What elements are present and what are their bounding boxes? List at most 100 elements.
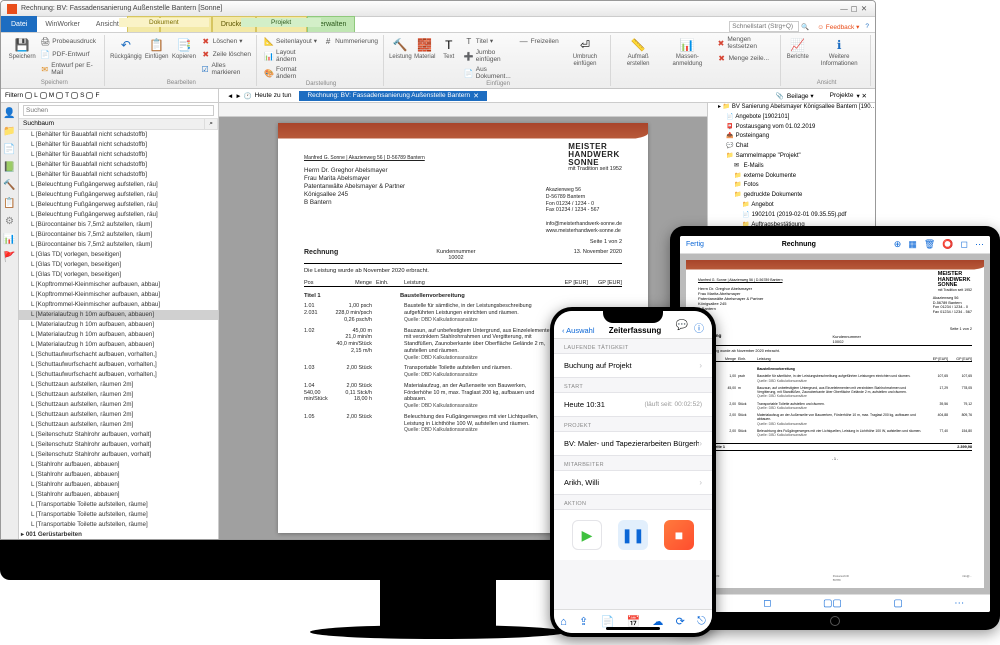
tree-item[interactable]: L [Bürocontainer bis 7,5m2 aufstellen, r… [19,240,218,250]
folder-icon[interactable]: 📁 [4,125,16,137]
trash-icon[interactable]: 🗑 [924,239,935,250]
project-root[interactable]: ▸ 📁 BV Sanierung Abelsmayer Königsallee … [708,103,875,113]
tablet-home-button[interactable] [830,616,840,626]
tree-item[interactable]: L [Materialaufzug h 10m aufbauen, abbaue… [19,320,218,330]
aufmass-button[interactable]: 📏Aufmaß erstellen [616,35,660,69]
tree-item[interactable]: L [Stahlrohr aufbauen, abbauen] [19,480,218,490]
ausdok-button[interactable]: 📄Aus Dokument... [462,65,515,81]
grid-icon[interactable]: ▦ [908,239,917,250]
tree-item[interactable]: L [Seitenschutz Stahlrohr aufbauen, vorh… [19,450,218,460]
tree-item[interactable]: L [Behälter für Bauabfall nicht schadsto… [19,140,218,150]
filter-check-t[interactable] [56,92,63,99]
tree-item[interactable]: L [Seitenschutz Stahlrohr aufbauen, vorh… [19,440,218,450]
filter-check-l[interactable] [25,92,32,99]
weitere-button[interactable]: ℹWeitere Informationen [811,35,867,69]
list-icon[interactable]: 📋 [4,197,16,209]
title-button[interactable]: TTitel ▾ [462,35,515,47]
share-icon[interactable]: ⇪ [579,615,588,628]
close-button[interactable]: ✕ [859,4,869,13]
tree-item[interactable]: L [Transportable Toilette aufstellen, rä… [19,520,218,530]
bookmark-icon[interactable]: ◻ [961,239,968,250]
beilage-dropdown[interactable]: 📎 Beilage ▾ [768,91,822,101]
tree-item[interactable]: L [Beleuchtung Fußgängerweg aufstellen, … [19,210,218,220]
chart-icon[interactable]: 📊 [4,233,16,245]
start-cell[interactable]: Heute 10:31(läuft seit: 00:02:52) [554,392,712,417]
sync-icon[interactable]: ⟳ [676,615,685,628]
close-tab-icon[interactable]: ✕ [473,92,479,100]
book-icon[interactable]: 📗 [4,161,16,173]
project-tree-item[interactable]: 📥 Posteingang [708,132,875,142]
employee-cell[interactable]: Arikh, Willi› [554,470,712,495]
chat-icon[interactable]: 💬 [676,320,688,335]
project-tree-item[interactable]: 💬 Chat [708,142,875,152]
stop-button[interactable]: ■ [664,520,694,550]
save-button[interactable]: 💾Speichern [8,35,36,63]
project-tree-item[interactable]: ✉ E-Mails [708,162,875,172]
tree-group[interactable]: ▸ 001 Gerüstarbeiten [19,530,218,536]
tree-item[interactable]: L [Beleuchtung Fußgängerweg aufstellen, … [19,200,218,210]
activity-cell[interactable]: Buchung auf Projekt› [554,353,712,378]
hammer-icon[interactable]: 🔨 [4,179,16,191]
tree-item[interactable]: L [Stahlrohr aufbauen, abbauen] [19,460,218,470]
select-all-button[interactable]: ☑Alles markieren [199,61,253,77]
tree-item[interactable]: L [Behälter für Bauabfall nicht schadsto… [19,170,218,180]
info-icon[interactable]: ⓘ [694,320,704,335]
tree-item[interactable]: L [Beleuchtung Fußgängerweg aufstellen, … [19,190,218,200]
exit-icon[interactable]: ⎋ [697,615,706,628]
tree-item[interactable]: L [Kopftrommel-Kleinmischer aufbauen, ab… [19,300,218,310]
tree-item[interactable]: L [Schuttzaun aufstellen, räumen 2m] [19,400,218,410]
project-tree-item[interactable]: 📮 Postausgang vom 01.02.2019 [708,123,875,133]
more-icon[interactable]: ⋯ [975,239,984,250]
tree-item[interactable]: L [Kopftrommel-Kleinmischer aufbauen, ab… [19,290,218,300]
ribbon-tab[interactable]: WinWorker [37,16,87,32]
search-icon[interactable]: ⊕ [894,239,902,250]
tree-list[interactable]: L [Behälter für Bauabfall nicht schadsto… [19,130,218,536]
tree-item[interactable]: L [Behälter für Bauabfall nicht schadsto… [19,130,218,140]
minimize-button[interactable]: — [839,4,849,13]
project-tree-item[interactable]: 📁 Angebot [708,201,875,211]
home-icon[interactable]: ⌂ [560,616,567,628]
tree-item[interactable]: L [Behälter für Bauabfall nicht schadsto… [19,150,218,160]
tree-item[interactable]: L [Schuttzaun aufstellen, räumen 2m] [19,390,218,400]
flag-icon[interactable]: 🚩 [4,251,16,263]
menu-icon[interactable]: ⋯ [954,598,964,609]
tree-item[interactable]: L [Transportable Toilette aufstellen, rä… [19,510,218,520]
project-tree-item[interactable]: 📄 Angebote [1902101] [708,113,875,123]
material-button[interactable]: 🧱Material [414,35,436,63]
tree-item[interactable]: L [Seitenschutz Stahlrohr aufbauen, vorh… [19,430,218,440]
probe-button[interactable]: 🖨Probeausdruck [38,35,100,47]
filter-check-s[interactable] [71,92,78,99]
user-icon[interactable]: 👤 [4,107,16,119]
project-tree-item[interactable]: 📁 Sammelmappe "Projekt" [708,152,875,162]
mengen-button[interactable]: ✖Mengen festsetzen [715,35,778,51]
phone-back-button[interactable]: ‹ Auswahl [562,326,595,335]
document-icon[interactable]: 📄 [4,143,16,155]
gear-icon[interactable]: ⚙ [4,215,16,227]
prev-icon[interactable]: ◻ [763,598,771,609]
tree-item[interactable]: L [Materialaufzug h 10m aufbauen, abbaue… [19,330,218,340]
delete-row-button[interactable]: ✖Zeile löschen [199,48,253,60]
project-tree-item[interactable]: 📁 Fotos [708,181,875,191]
format-button[interactable]: 🎨Format ändern [262,65,319,81]
help-icon[interactable]: ? [865,23,869,30]
mengezeile-button[interactable]: ✖Menge zeile... [715,52,778,64]
umbruch-button[interactable]: ⏎Umbruch einfügen [563,35,607,69]
copy-button[interactable]: 📑Kopieren [171,35,196,63]
tree-item[interactable]: L [Schuttzaun aufstellen, räumen 2m] [19,410,218,420]
project-tree-item[interactable]: 📄 1902101 (2019-02-01 09.35.55).pdf [708,211,875,221]
next-icon[interactable]: ▢ [893,598,902,609]
pdf-button[interactable]: 📄PDF-Entwurf [38,48,100,60]
delete-button[interactable]: ✖Löschen ▾ [199,35,253,47]
jumbo-button[interactable]: ➕Jumbo einfügen [462,48,515,64]
filter-check-f[interactable] [86,92,93,99]
tree-item[interactable]: L [Schuttaufwurfschacht aufbauen, vorhal… [19,350,218,360]
berichte-button[interactable]: 📈Berichte [786,35,809,63]
tree-item[interactable]: L [Behälter für Bauabfall nicht schadsto… [19,160,218,170]
thumb-icon[interactable]: ▢▢ [823,598,842,609]
tree-item[interactable]: L [Schuttzaun aufstellen, räumen 2m] [19,420,218,430]
tree-item[interactable]: L [Stahlrohr aufbauen, abbauen] [19,470,218,480]
filter-check-m[interactable] [40,92,47,99]
tree-item[interactable]: L [Materialaufzug h 10m aufbauen, abbaue… [19,340,218,350]
tablet-done-button[interactable]: Fertig [686,241,704,248]
tree-item[interactable]: L [Glas TD( vorlegen, beseitigen] [19,250,218,260]
